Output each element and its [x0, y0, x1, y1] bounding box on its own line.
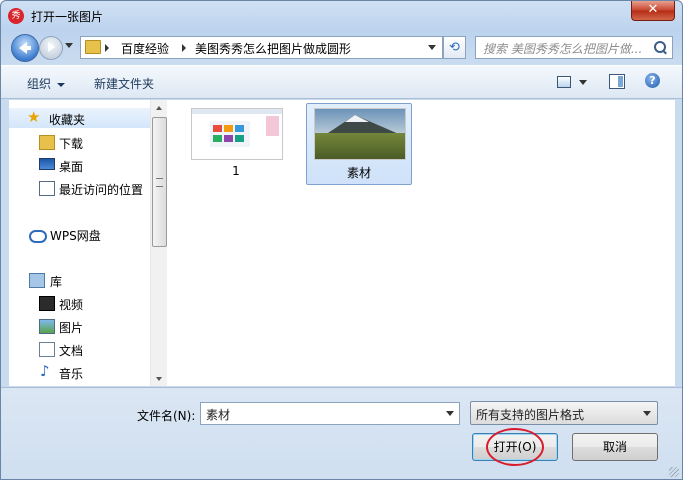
filename-history-dropdown-icon[interactable]	[446, 411, 454, 416]
video-icon	[39, 296, 55, 311]
file-name: 素材	[346, 166, 371, 180]
music-icon: ♪	[40, 362, 50, 380]
resize-grip-icon[interactable]	[669, 467, 679, 477]
recent-places-icon	[39, 181, 55, 196]
sidebar-item-music[interactable]: ♪ 音乐	[9, 362, 150, 382]
breadcrumb-item[interactable]: 百度经验	[121, 40, 169, 57]
organize-label: 组织	[27, 77, 52, 91]
sidebar-item-wps-cloud[interactable]: WPS网盘	[9, 224, 150, 244]
search-input[interactable]: 搜索 美图秀秀怎么把图片做...	[475, 36, 673, 59]
filename-value: 素材	[206, 408, 231, 422]
navigation-scrollbar[interactable]	[150, 100, 167, 386]
window-title: 打开一张图片	[31, 10, 104, 24]
library-icon	[29, 273, 45, 288]
search-icon[interactable]	[654, 41, 666, 53]
grip-icon	[156, 178, 163, 187]
address-dropdown-icon[interactable]	[428, 45, 436, 50]
sidebar-item-pictures[interactable]: 图片	[9, 316, 150, 336]
back-arrow-icon	[19, 42, 31, 54]
sidebar-item-label: 下载	[59, 137, 84, 151]
chevron-down-icon	[57, 82, 66, 87]
scrollbar-thumb[interactable]	[152, 117, 167, 247]
sidebar-item-downloads[interactable]: 下载	[9, 132, 150, 152]
download-folder-icon	[39, 135, 55, 150]
file-name-area: 文件名(N): 素材 所有支持的图片格式 打开(O) 取消	[1, 387, 682, 479]
file-type-value: 所有支持的图片格式	[476, 408, 585, 422]
view-options-dropdown-icon[interactable]	[579, 80, 587, 85]
scroll-down-icon[interactable]	[156, 377, 162, 381]
file-list: 1 素材	[167, 100, 675, 386]
refresh-button[interactable]: ⟲	[443, 36, 466, 59]
annotation-circle	[486, 428, 544, 466]
file-item-selected[interactable]: 素材	[306, 103, 412, 185]
change-view-icon[interactable]	[557, 76, 571, 88]
sidebar-item-label: 图片	[59, 321, 84, 335]
file-type-select[interactable]: 所有支持的图片格式	[470, 401, 658, 425]
filename-label: 文件名(N):	[137, 409, 196, 423]
forward-arrow-icon	[48, 42, 55, 52]
sidebar-item-label: 视频	[59, 298, 84, 312]
organize-menu-button[interactable]: 组织	[27, 75, 66, 92]
file-item[interactable]: 1	[184, 104, 288, 184]
cloud-icon	[29, 230, 47, 243]
back-button[interactable]	[11, 34, 39, 62]
sidebar-item-videos[interactable]: 视频	[9, 293, 150, 313]
preview-pane-icon[interactable]	[609, 74, 625, 89]
app-logo-icon: 秀	[8, 8, 24, 24]
pictures-icon	[39, 319, 55, 334]
close-button[interactable]: ✕	[631, 1, 675, 21]
sidebar-item-label: 桌面	[59, 160, 84, 174]
address-bar[interactable]: 百度经验 美图秀秀怎么把图片做成圆形	[80, 36, 443, 59]
command-toolbar: 组织 新建文件夹 ?	[1, 65, 682, 99]
help-icon[interactable]: ?	[645, 73, 660, 88]
star-icon: ★	[27, 108, 41, 126]
sidebar-item-label: 文档	[59, 344, 84, 358]
sidebar-item-libraries[interactable]: 库	[9, 270, 150, 290]
navigation-row: 百度经验 美图秀秀怎么把图片做成圆形 ⟲ 搜索 美图秀秀怎么把图片做...	[1, 33, 682, 62]
sidebar-item-label: WPS网盘	[50, 229, 101, 243]
app-screenshot-thumbnail	[191, 108, 283, 160]
breadcrumb-separator-icon[interactable]	[105, 44, 109, 52]
breadcrumb-item[interactable]: 美图秀秀怎么把图片做成圆形	[195, 40, 351, 57]
filename-input[interactable]: 素材	[200, 402, 460, 425]
sidebar-item-documents[interactable]: 文档	[9, 339, 150, 359]
navigation-pane: ★ 收藏夹 下载 桌面 最近访问的位置 WPS网盘 库 视频 图片 文档 ♪ 音…	[9, 100, 151, 386]
sidebar-item-label: 收藏夹	[49, 113, 86, 127]
search-placeholder: 搜索 美图秀秀怎么把图片做...	[483, 42, 643, 56]
sidebar-item-recent-places[interactable]: 最近访问的位置	[9, 178, 150, 198]
scroll-up-icon[interactable]	[156, 106, 162, 110]
documents-icon	[39, 342, 55, 357]
new-folder-button[interactable]: 新建文件夹	[94, 75, 154, 92]
forward-button[interactable]	[39, 36, 63, 60]
sidebar-item-label: 库	[50, 275, 63, 289]
title-bar[interactable]: 秀 打开一张图片 ✕	[1, 1, 682, 31]
chevron-down-icon	[643, 411, 651, 416]
folder-icon	[85, 40, 101, 54]
desktop-icon	[39, 158, 55, 170]
breadcrumb-separator-icon[interactable]	[182, 44, 186, 52]
sidebar-item-label: 最近访问的位置	[59, 183, 144, 197]
open-image-dialog: 秀 打开一张图片 ✕ 百度经验 美图秀秀怎么把图片做成圆形 ⟲ 搜索 美图秀秀怎…	[0, 0, 683, 480]
recent-locations-dropdown-icon[interactable]	[65, 43, 73, 48]
cancel-button[interactable]: 取消	[572, 433, 658, 461]
sidebar-item-favorites[interactable]: ★ 收藏夹	[9, 108, 150, 128]
sidebar-item-desktop[interactable]: 桌面	[9, 155, 150, 175]
landscape-photo-thumbnail	[314, 108, 406, 160]
sidebar-item-label: 音乐	[59, 367, 84, 381]
file-name: 1	[232, 164, 240, 178]
